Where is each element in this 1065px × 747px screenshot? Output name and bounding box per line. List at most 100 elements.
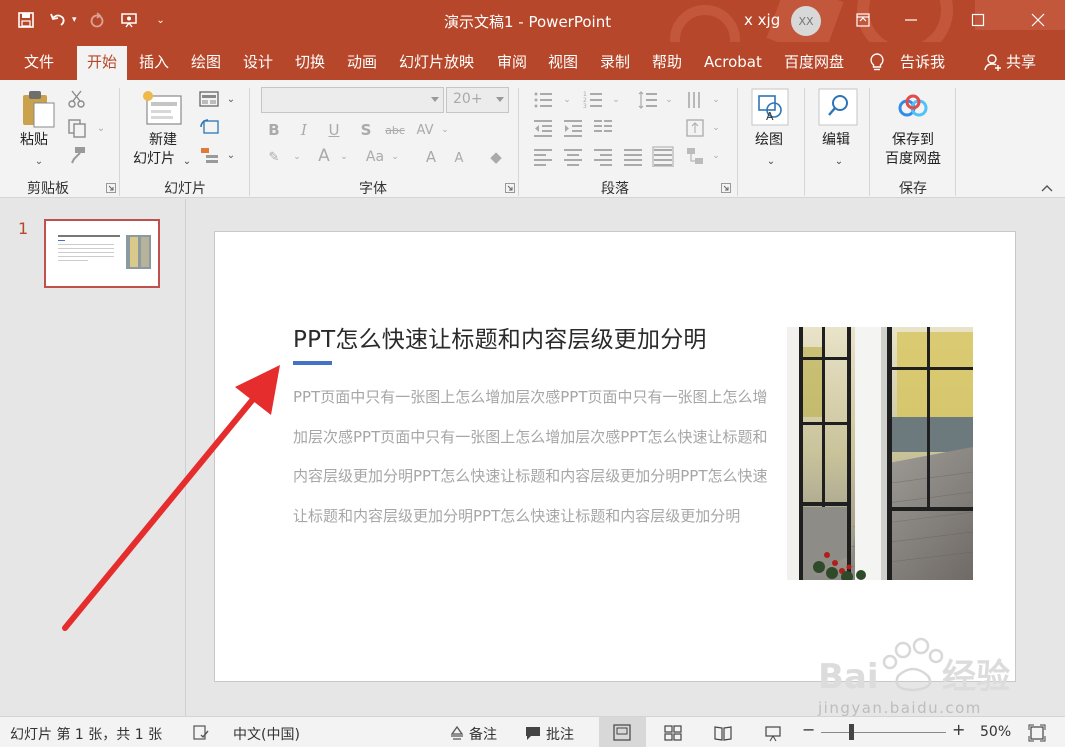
close-icon[interactable] (1015, 0, 1061, 40)
svg-text:经验: 经验 (942, 657, 1010, 697)
slideshow-view-icon[interactable] (764, 724, 782, 742)
undo-icon[interactable] (46, 8, 70, 32)
editing-dropdown-icon[interactable]: ⌄ (828, 150, 850, 172)
tab-review[interactable]: 审阅 (497, 42, 527, 80)
zoom-in-button[interactable]: + (952, 720, 965, 739)
zoom-level[interactable]: 50% (980, 724, 1011, 740)
reading-view-icon[interactable] (714, 724, 732, 742)
text-direction-dropdown-icon: ⌄ (712, 95, 720, 105)
new-slide-dropdown-icon[interactable]: ⌄ (176, 150, 198, 172)
align-right-icon (594, 149, 612, 166)
customize-toolbar-icon[interactable]: ⌄ (149, 8, 173, 32)
character-spacing-dropdown-icon: ⌄ (441, 125, 449, 135)
editing-label[interactable]: 编辑 (822, 131, 850, 150)
language-status[interactable]: 中文(中国) (233, 724, 300, 744)
reset-slide-icon[interactable] (198, 116, 220, 138)
watermark-url: jingyan.baidu.com (818, 699, 982, 717)
new-slide-label-line2[interactable]: 幻灯片 (133, 150, 175, 169)
lightbulb-icon[interactable] (867, 52, 887, 72)
character-spacing-icon: AV (416, 122, 434, 138)
clipboard-dialog-launcher-icon[interactable] (106, 183, 116, 193)
notes-button[interactable]: 备注 (469, 724, 497, 744)
baidu-netdisk-icon[interactable] (897, 94, 929, 120)
separator (955, 88, 956, 196)
tell-me-search[interactable]: 告诉我 (900, 42, 945, 80)
comments-button[interactable]: 批注 (546, 724, 574, 744)
format-painter-icon (71, 147, 85, 164)
slide-title[interactable]: PPT怎么快速让标题和内容层级更加分明 (293, 320, 707, 354)
separator (249, 88, 250, 196)
align-text-icon (686, 119, 704, 137)
minimize-icon[interactable] (888, 0, 934, 40)
new-slide-icon[interactable] (141, 88, 183, 128)
window-title: 演示文稿1 - PowerPoint (444, 13, 612, 31)
drawing-icon[interactable]: A (751, 88, 789, 126)
svg-text:Bai: Bai (818, 657, 879, 697)
font-name-combo[interactable] (261, 87, 444, 113)
save-to-label-line2[interactable]: 百度网盘 (885, 150, 941, 169)
drawing-dropdown-icon[interactable]: ⌄ (760, 150, 782, 172)
presentation-icon[interactable] (117, 8, 141, 32)
tab-acrobat[interactable]: Acrobat (704, 42, 762, 80)
user-name[interactable]: x xjg (744, 11, 780, 29)
slide[interactable]: PPT怎么快速让标题和内容层级更加分明 PPT页面中只有一张图上怎么增加层次感P… (214, 231, 1016, 682)
search-icon[interactable] (818, 88, 858, 126)
accessibility-check-icon[interactable] (192, 724, 210, 742)
tab-animations[interactable]: 动画 (347, 42, 377, 80)
tab-draw[interactable]: 绘图 (191, 42, 221, 80)
comment-icon[interactable] (524, 724, 542, 742)
font-dialog-launcher-icon[interactable] (505, 183, 515, 193)
separator (119, 88, 120, 196)
avatar[interactable]: XX (791, 6, 821, 36)
share-user-icon[interactable] (983, 52, 1003, 72)
layout-icon[interactable] (198, 88, 220, 110)
zoom-out-button[interactable]: − (802, 720, 815, 739)
tab-baidu-netdisk[interactable]: 百度网盘 (784, 42, 844, 80)
paragraph-group-label: 段落 (601, 181, 629, 197)
title-bar: ▾ ⌄ 演示文稿1 - PowerPoint x xjg XX (0, 0, 1065, 42)
tab-file[interactable]: 文件 (24, 42, 54, 80)
paste-icon[interactable] (20, 89, 56, 129)
change-case-icon: Aa (365, 149, 385, 165)
collapse-ribbon-icon[interactable] (1040, 183, 1054, 193)
zoom-slider-thumb[interactable] (849, 724, 854, 740)
save-to-label-line1[interactable]: 保存到 (892, 131, 934, 150)
drawing-label[interactable]: 绘图 (755, 131, 783, 150)
tab-slideshow[interactable]: 幻灯片放映 (399, 42, 474, 80)
slides-group-label: 幻灯片 (164, 181, 206, 197)
tab-transitions[interactable]: 切换 (295, 42, 325, 80)
paste-button-label[interactable]: 粘贴 (20, 131, 48, 150)
shadow-icon: S (360, 121, 372, 139)
slide-body-text[interactable]: PPT页面中只有一张图上怎么增加层次感PPT页面中只有一张图上怎么增加层次感PP… (293, 378, 773, 536)
slide-thumbnail[interactable] (44, 219, 160, 288)
save-icon[interactable] (14, 8, 38, 32)
slide-photo-window-view[interactable] (787, 327, 973, 580)
slide-sorter-view-icon[interactable] (664, 724, 682, 742)
section-dropdown-icon[interactable]: ⌄ (220, 144, 242, 166)
tab-design[interactable]: 设计 (243, 42, 273, 80)
tab-view[interactable]: 视图 (548, 42, 578, 80)
new-slide-label-line1[interactable]: 新建 (149, 131, 177, 150)
red-arrow-annotation (62, 365, 280, 631)
copy-icon (68, 119, 86, 138)
zoom-slider-track[interactable] (821, 732, 946, 733)
section-icon[interactable] (198, 144, 220, 166)
undo-dropdown-icon[interactable]: ▾ (72, 15, 77, 25)
tab-record[interactable]: 录制 (600, 42, 630, 80)
normal-view-button[interactable] (599, 717, 646, 747)
tab-help[interactable]: 帮助 (652, 42, 682, 80)
layout-dropdown-icon[interactable]: ⌄ (220, 88, 242, 110)
maximize-icon[interactable] (955, 0, 1001, 40)
redo-icon (85, 8, 109, 32)
tab-insert[interactable]: 插入 (139, 42, 169, 80)
fit-to-window-icon[interactable] (1028, 724, 1046, 742)
ribbon-display-icon[interactable] (840, 0, 886, 40)
tab-home[interactable]: 开始 (77, 46, 128, 80)
paragraph-dialog-launcher-icon[interactable] (721, 183, 731, 193)
distributed-icon (652, 146, 674, 167)
share-button[interactable]: 共享 (1006, 42, 1036, 80)
font-size-combo[interactable]: 20+ (446, 87, 509, 113)
notes-icon[interactable] (448, 724, 466, 742)
paste-dropdown-icon[interactable]: ⌄ (28, 150, 50, 172)
text-direction-icon (688, 92, 700, 108)
